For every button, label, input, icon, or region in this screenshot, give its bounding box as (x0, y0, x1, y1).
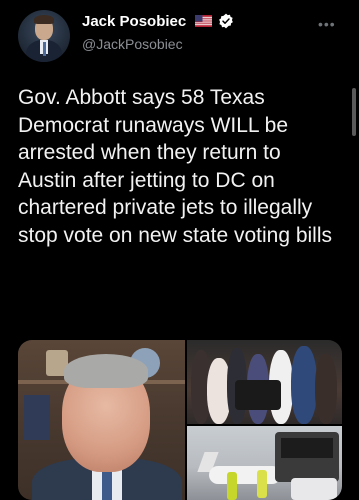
more-options-icon[interactable]: ••• (318, 16, 336, 32)
tweet-media-grid (18, 340, 342, 500)
bus-window (281, 438, 333, 458)
ground-crew-person (257, 470, 267, 498)
speaker-hair (64, 354, 148, 388)
avatar-tie (42, 42, 46, 56)
crowd-person (315, 354, 337, 424)
us-flag-icon (195, 15, 212, 27)
microphone-cluster (235, 380, 281, 410)
avatar-hair (34, 15, 54, 24)
tweet-header: Jack Posobiec @JackPosobiec ••• (0, 0, 359, 70)
speaker-tie (102, 468, 112, 500)
avatar[interactable] (18, 10, 70, 62)
verified-badge-icon (219, 13, 233, 29)
scrollbar[interactable] (352, 88, 356, 136)
media-image-press-conference[interactable] (187, 340, 342, 424)
tweet-text: Gov. Abbott says 58 Texas Democrat runaw… (18, 86, 333, 247)
ground-crew-person (227, 472, 237, 500)
media-image-abbott[interactable] (18, 340, 185, 500)
private-jet (209, 466, 281, 484)
pickup-truck (291, 478, 337, 500)
author-name[interactable]: Jack Posobiec (82, 13, 186, 30)
shelf-book (24, 395, 50, 440)
crowd-person (291, 346, 317, 424)
media-image-private-jet[interactable] (187, 426, 342, 500)
author-handle[interactable]: @JackPosobiec (82, 36, 183, 52)
